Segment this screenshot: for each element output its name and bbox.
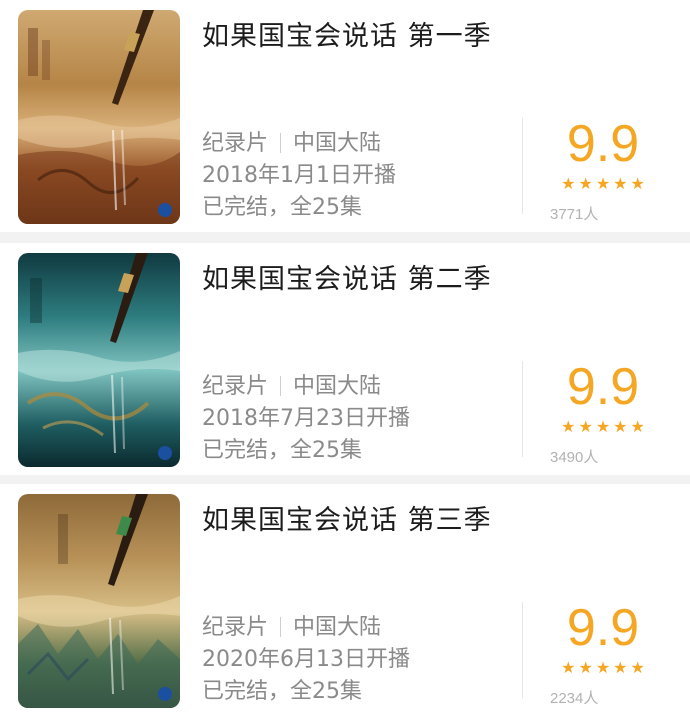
release-date: 2018年1月1日开播 [202, 163, 396, 188]
list-item[interactable]: 如果国宝会说话 第一季 纪录片 中国大陆 2018年1月1日开播 已完结，全25集… [0, 0, 690, 232]
episode-status: 已完结，全25集 [202, 195, 362, 220]
genre-label: 纪录片 [202, 615, 269, 640]
rating-count: 3771人 [550, 206, 599, 223]
release-date: 2020年6月13日开播 [202, 647, 410, 672]
genre-label: 纪录片 [202, 131, 269, 156]
genre-label: 纪录片 [202, 374, 269, 399]
star-icon: ★ [630, 174, 645, 193]
vertical-divider [522, 602, 523, 698]
item-meta: 纪录片 中国大陆 2018年7月23日开播 已完结，全25集 [202, 371, 410, 467]
item-title[interactable]: 如果国宝会说话 第一季 [202, 14, 492, 53]
star-icon: ★ [578, 658, 593, 677]
episode-status: 已完结，全25集 [202, 438, 362, 463]
star-icon: ★ [561, 174, 576, 193]
rating-block: 9.9 ★ ★ ★ ★ ★ 3771人 [528, 114, 678, 224]
rating-block: 9.9 ★ ★ ★ ★ ★ 3490人 [528, 357, 678, 467]
release-date: 2018年7月23日开播 [202, 406, 410, 431]
poster-image[interactable] [18, 494, 180, 708]
item-title[interactable]: 如果国宝会说话 第二季 [202, 257, 492, 296]
poster-image[interactable] [18, 253, 180, 467]
star-icon: ★ [595, 417, 611, 436]
rating-score: 9.9 [566, 358, 640, 416]
region-label: 中国大陆 [293, 615, 382, 640]
rating-count: 2234人 [550, 690, 599, 707]
star-icon: ★ [561, 658, 576, 677]
star-icon: ★ [613, 417, 628, 436]
star-rating: ★ ★ ★ ★ ★ [528, 659, 678, 677]
vertical-divider [522, 361, 523, 457]
separator [280, 133, 282, 153]
star-icon: ★ [578, 417, 593, 436]
item-title[interactable]: 如果国宝会说话 第三季 [202, 498, 492, 537]
separator [280, 617, 282, 637]
rating-score: 9.9 [566, 115, 640, 173]
star-rating: ★ ★ ★ ★ ★ [528, 175, 678, 193]
star-icon: ★ [630, 658, 645, 677]
rating-count: 3490人 [550, 449, 599, 466]
star-icon: ★ [613, 658, 628, 677]
star-icon: ★ [595, 174, 611, 193]
list-item[interactable]: 如果国宝会说话 第二季 纪录片 中国大陆 2018年7月23日开播 已完结，全25… [0, 243, 690, 475]
item-meta: 纪录片 中国大陆 2018年1月1日开播 已完结，全25集 [202, 128, 396, 224]
star-icon: ★ [630, 417, 645, 436]
episode-status: 已完结，全25集 [202, 679, 362, 704]
star-icon: ★ [595, 658, 611, 677]
star-icon: ★ [613, 174, 628, 193]
rating-block: 9.9 ★ ★ ★ ★ ★ 2234人 [528, 598, 678, 708]
vertical-divider [522, 118, 523, 214]
star-icon: ★ [561, 417, 576, 436]
separator [280, 376, 282, 396]
region-label: 中国大陆 [293, 374, 382, 399]
item-meta: 纪录片 中国大陆 2020年6月13日开播 已完结，全25集 [202, 612, 410, 708]
list-item[interactable]: 如果国宝会说话 第三季 纪录片 中国大陆 2020年6月13日开播 已完结，全25… [0, 484, 690, 714]
poster-image[interactable] [18, 10, 180, 224]
rating-score: 9.9 [566, 599, 640, 657]
star-icon: ★ [578, 174, 593, 193]
star-rating: ★ ★ ★ ★ ★ [528, 418, 678, 436]
documentary-list: 如果国宝会说话 第一季 纪录片 中国大陆 2018年1月1日开播 已完结，全25集… [0, 0, 690, 714]
region-label: 中国大陆 [293, 131, 382, 156]
